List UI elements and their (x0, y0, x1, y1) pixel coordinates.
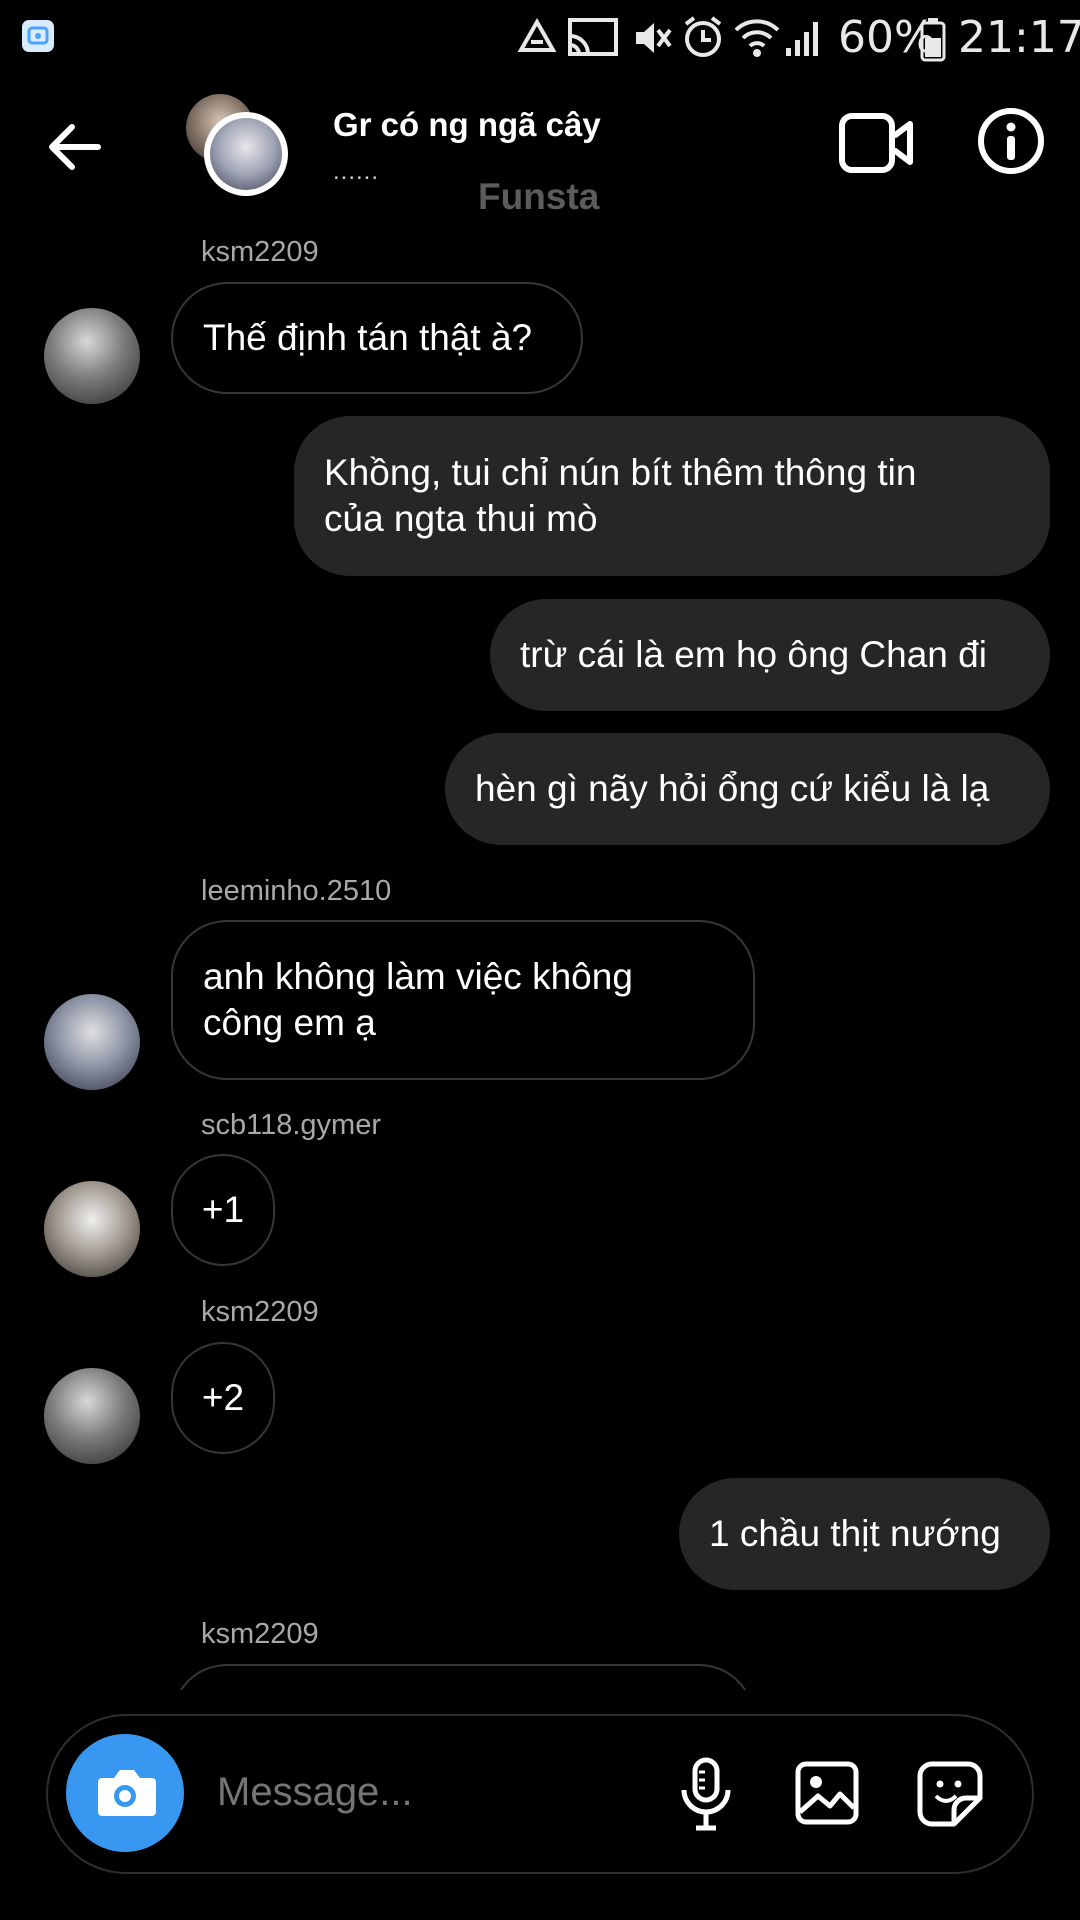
cast-icon (568, 18, 618, 56)
message-bubble[interactable]: Khồng, tui chỉ nún bít thêm thông tin củ… (294, 416, 1050, 576)
video-call-icon[interactable] (838, 112, 914, 174)
avatar[interactable] (44, 1181, 140, 1277)
message-bubble[interactable]: Thế định tán thật à? (171, 282, 583, 394)
sender-name: ksm2209 (201, 236, 319, 268)
message-bubble[interactable]: +2 (171, 1342, 275, 1454)
microphone-icon[interactable] (676, 1756, 736, 1832)
message-bubble[interactable]: +1 (171, 1154, 275, 1266)
avatar[interactable] (44, 308, 140, 404)
sender-name: scb118.gymer (201, 1109, 381, 1141)
sender-name: leeminho.2510 (201, 875, 392, 907)
sender-name: ksm2209 (201, 1296, 319, 1328)
mute-icon (636, 23, 672, 53)
camera-button[interactable] (66, 1734, 184, 1852)
message-bubble[interactable]: trừ cái là em họ ông Chan đi (490, 599, 1050, 711)
avatar[interactable] (44, 1368, 140, 1464)
chat-title[interactable]: Gr có ng ngã cây (333, 106, 601, 144)
message-bubble[interactable]: 1 chầu thịt nướng (679, 1478, 1050, 1590)
message-line: của ngta thui mò (324, 498, 598, 539)
sticker-icon[interactable] (916, 1760, 984, 1828)
status-bar: 60% 21:17 (0, 0, 1080, 75)
alarm-icon (684, 16, 722, 57)
message-line: anh không làm việc không (203, 956, 633, 997)
message-line: Khồng, tui chỉ nún bít thêm thông tin (324, 452, 917, 493)
camera-icon (98, 1770, 156, 1816)
sender-name: ksm2209 (201, 1618, 319, 1650)
message-input[interactable] (217, 1770, 657, 1815)
clock: 21:17 (958, 12, 1080, 63)
gallery-notification-icon (22, 20, 54, 52)
message-bubble[interactable]: anh không làm việc không công em ạ (171, 920, 755, 1080)
avatar[interactable] (44, 994, 140, 1090)
message-bubble-partial[interactable] (171, 1664, 755, 1690)
signal-icon (786, 22, 818, 56)
funsta-label: Funsta (478, 176, 600, 217)
group-avatar[interactable] (186, 94, 290, 198)
wifi-icon (734, 19, 780, 57)
battery-icon (920, 18, 946, 62)
back-arrow-icon[interactable] (46, 122, 102, 172)
message-line: công em ạ (203, 1002, 376, 1043)
gallery-icon[interactable] (794, 1760, 860, 1826)
info-icon[interactable] (976, 106, 1046, 176)
recycle-icon (517, 17, 557, 52)
avatar (204, 112, 288, 196)
chat-subtitle: ...... (333, 158, 380, 185)
message-bubble[interactable]: hèn gì nãy hỏi ổng cứ kiểu là lạ (445, 733, 1050, 845)
